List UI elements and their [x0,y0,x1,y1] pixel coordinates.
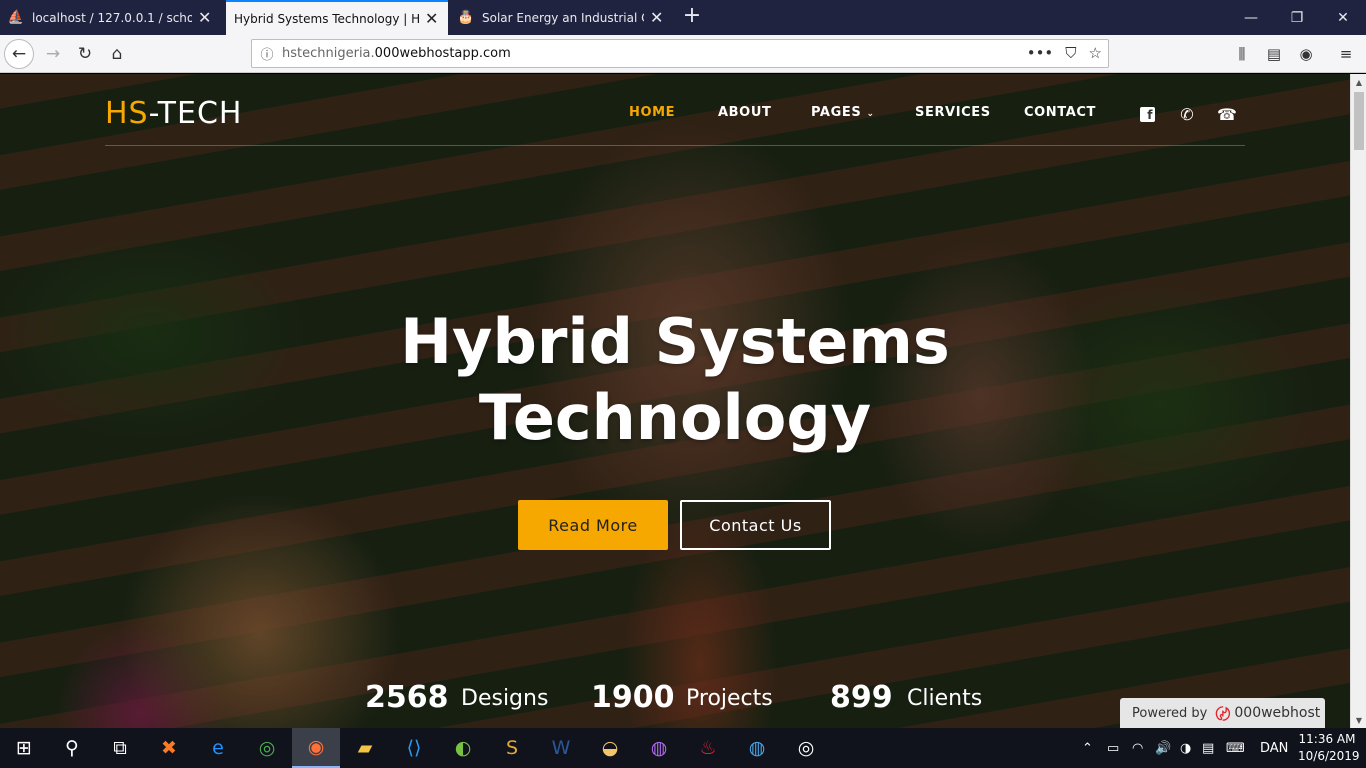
powered-by-badge[interactable]: Powered by 〄 000webhost [1120,698,1325,728]
close-icon[interactable]: ✕ [198,8,211,27]
close-icon[interactable]: ✕ [425,9,438,28]
word-icon[interactable]: W [537,728,585,768]
clock-time: 11:36 AM [1298,732,1356,746]
phpmyadmin-icon: ⛵ [7,10,25,25]
stat-projects-label: Projects [686,686,773,711]
visual-studio-code-icon[interactable]: ⟨⟩ [390,728,438,768]
input-language[interactable]: DAN [1260,728,1288,768]
xampp-icon[interactable]: ✖ [145,728,193,768]
file-explorer-icon[interactable]: ▰ [341,728,389,768]
nav-home[interactable]: HOME [629,105,675,120]
nav-pages[interactable]: PAGES ⌄ [811,105,875,120]
system-clock[interactable]: 11:36 AM 10/6/2019 [1298,731,1360,765]
search-icon[interactable]: ⚲ [48,728,96,768]
page-scrollbar[interactable]: ▲ ▼ [1350,74,1366,728]
tab-phpmyadmin[interactable]: ⛵ localhost / 127.0.0.1 / school_m ✕ [0,0,226,35]
forward-arrow-icon[interactable]: → [38,39,68,69]
wifi-icon[interactable]: ◠ [1132,728,1143,768]
nav-about[interactable]: ABOUT [718,105,771,120]
battery-icon[interactable]: ▭ [1107,728,1119,768]
new-tab-plus-icon[interactable]: + [680,4,704,28]
phone-icon[interactable]: ☎ [1217,104,1237,124]
home-icon[interactable]: ⌂ [102,39,132,69]
sublime-text-icon[interactable]: S [488,728,536,768]
edge-icon[interactable]: e [194,728,242,768]
hero-title-line-1: Hybrid Systems [400,305,950,378]
tab-title: Hybrid Systems Technology | Home [234,11,419,26]
read-more-button[interactable]: Read More [518,500,668,550]
tab-solar-energy[interactable]: 🎂 Solar Energy an Industrial Cate ✕ [450,0,672,35]
hero-title: Hybrid Systems Technology [330,304,1020,456]
notification-icon[interactable]: ▤ [1202,728,1214,768]
window-close-icon[interactable]: ✕ [1320,0,1366,35]
facebook-icon[interactable]: f [1137,104,1157,124]
url-host-subdomain: hstechnigeria. [282,46,375,61]
site-logo[interactable]: HS-TECH [105,96,242,131]
powered-by-brand: 000webhost [1234,705,1321,721]
nav-pages-label: PAGES [811,105,862,120]
pocket-icon[interactable]: ⛉ [1065,44,1076,62]
obs-icon[interactable]: ◎ [782,728,830,768]
scroll-thumb[interactable] [1354,92,1364,150]
logo-text: -TECH [148,96,243,131]
powered-by-text: Powered by [1132,705,1208,721]
logo-accent-text: HS [105,96,149,131]
stat-projects-number: 1900 [591,680,675,715]
info-icon[interactable]: ⓘ [252,44,282,63]
task-view-icon[interactable]: ⧉ [96,728,144,768]
volume-icon[interactable]: 🔊 [1155,728,1171,768]
cat-app-icon[interactable]: ◍ [635,728,683,768]
nav-contact[interactable]: CONTACT [1024,105,1096,120]
hamburger-menu-icon[interactable]: ≡ [1332,39,1360,69]
sidebar-icon[interactable]: ▤ [1260,39,1288,69]
restore-icon[interactable]: ❐ [1274,0,1320,35]
scroll-up-arrow-icon[interactable]: ▲ [1351,74,1366,90]
flashlight-app-icon[interactable]: ♨ [684,728,732,768]
library-icon[interactable]: ⫼ [1228,39,1256,69]
sync-account-icon[interactable]: ◉ [1292,39,1320,69]
reload-icon[interactable]: ↻ [70,39,100,69]
stat-clients-number: 899 [830,680,893,715]
scroll-down-arrow-icon[interactable]: ▼ [1351,712,1366,728]
page-hero: HS-TECH HOME ABOUT PAGES ⌄ SERVICES CONT… [0,74,1350,728]
000webhost-logo-icon: 〄 [1215,704,1231,723]
chrome-icon[interactable]: ◎ [243,728,291,768]
browser-tab-strip: ⛵ localhost / 127.0.0.1 / school_m ✕ Hyb… [0,0,1366,35]
close-icon[interactable]: ✕ [650,8,663,27]
page-actions-icon[interactable]: ••• [1027,44,1054,62]
whatsapp-icon[interactable]: ✆ [1177,104,1197,124]
cake-icon: 🎂 [457,10,475,25]
hero-title-line-2: Technology [478,381,872,454]
back-arrow-icon[interactable]: ← [4,39,34,69]
site-header: HS-TECH HOME ABOUT PAGES ⌄ SERVICES CONT… [105,74,1245,146]
tab-title: Solar Energy an Industrial Cate [482,10,644,25]
tab-hybrid-systems[interactable]: Hybrid Systems Technology | Home ✕ [226,0,448,35]
chameleon-app-icon[interactable]: ◐ [439,728,487,768]
stat-designs-number: 2568 [365,680,449,715]
clock-date: 10/6/2019 [1298,749,1360,763]
chevron-down-icon: ⌄ [866,109,875,119]
tab-title: localhost / 127.0.0.1 / school_m [32,10,192,25]
stat-clients-label: Clients [907,686,983,711]
windows-taskbar: ⊞ ⚲ ⧉ ✖ e ◎ ◉ ▰ ⟨⟩ ◐ S W ◒ ◍ ♨ ◍ ◎ ⌃ ▭ ◠… [0,728,1366,768]
browser-toolbar: ← → ↻ ⌂ ⓘ hstechnigeria. 000webhostapp.co… [0,35,1366,73]
globe-app-icon[interactable]: ◍ [733,728,781,768]
bookmark-star-icon[interactable]: ☆ [1089,44,1102,62]
keyboard-icon[interactable]: ⌨ [1226,728,1245,768]
show-hidden-icons-icon[interactable]: ⌃ [1082,728,1093,768]
url-bar[interactable]: ⓘ hstechnigeria. 000webhostapp.com ••• ⛉ … [251,39,1109,68]
minimize-icon[interactable]: — [1228,0,1274,35]
weather-tray-icon[interactable]: ◑ [1180,728,1191,768]
windows-start-icon[interactable]: ⊞ [0,728,48,768]
weather-app-icon[interactable]: ◒ [586,728,634,768]
url-host-domain: 000webhostapp.com [374,46,511,61]
firefox-icon[interactable]: ◉ [292,728,340,768]
contact-us-button[interactable]: Contact Us [680,500,831,550]
stat-designs-label: Designs [461,686,549,711]
nav-services[interactable]: SERVICES [915,105,991,120]
